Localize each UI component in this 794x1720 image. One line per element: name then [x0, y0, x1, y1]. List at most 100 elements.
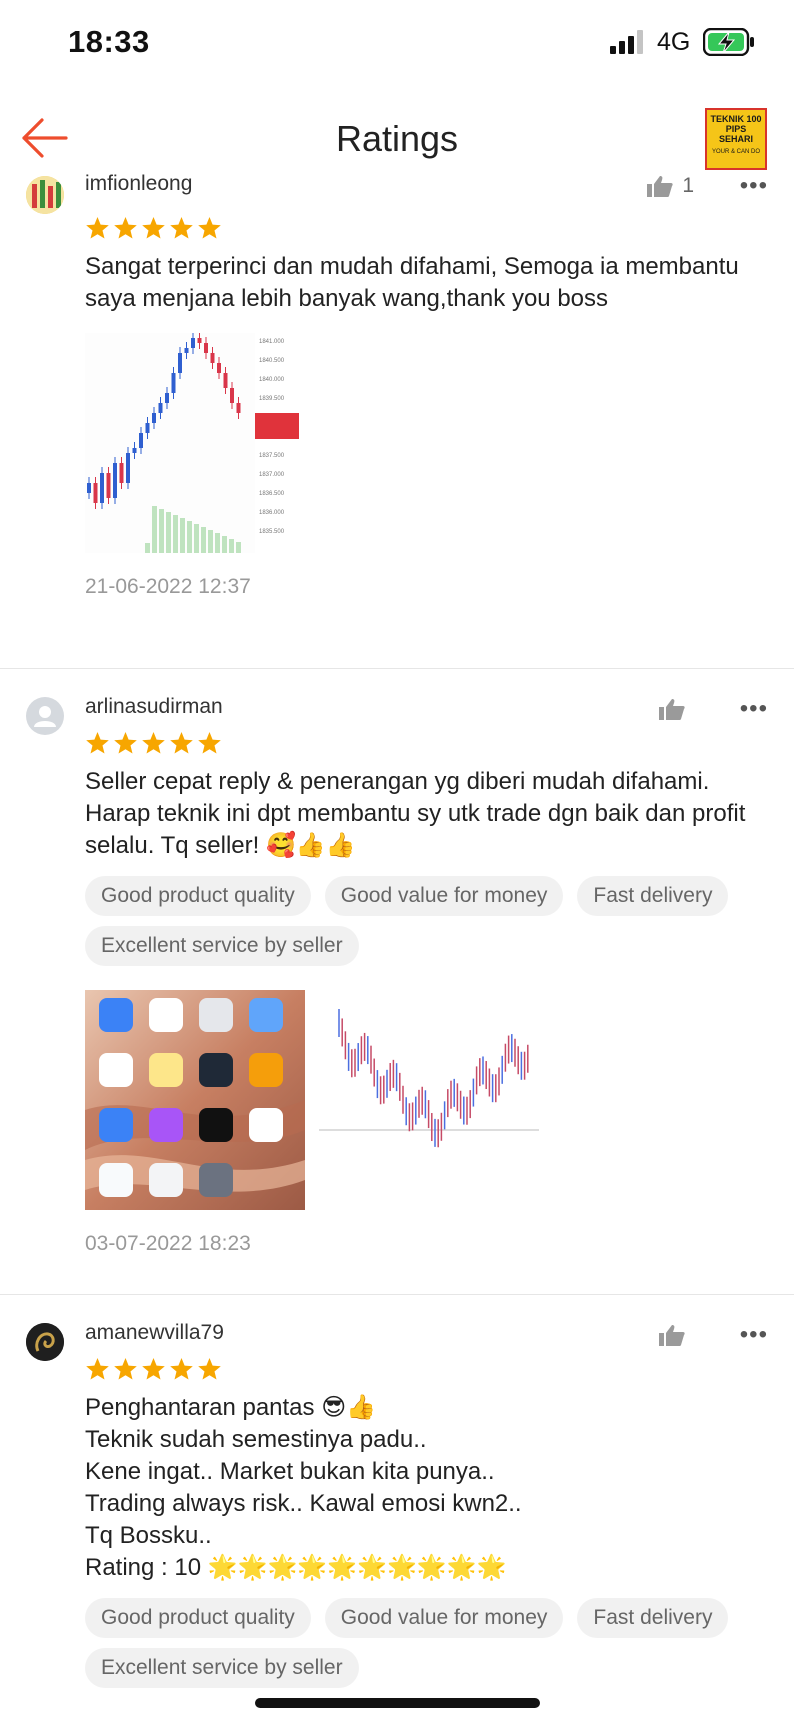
price-label: 1839.500	[259, 396, 285, 402]
candle-body	[204, 343, 208, 353]
tag-excellent-service[interactable]: Excellent service by seller	[85, 926, 359, 966]
phone-homescreen-image	[85, 990, 305, 1210]
review-item: amanewvilla79 ••• Penghantaran pantas 😎👍…	[0, 1295, 794, 1688]
volume-bar	[180, 518, 185, 553]
app-icon	[149, 998, 183, 1032]
volume-bar	[152, 506, 157, 553]
star-icon	[86, 217, 109, 239]
star-rating	[85, 1357, 764, 1382]
candle-body	[93, 483, 98, 503]
candle-body	[139, 433, 143, 448]
star-rating	[85, 216, 764, 241]
candle-body	[119, 463, 124, 483]
volume-bar	[222, 536, 227, 553]
tag-fast-delivery[interactable]: Fast delivery	[577, 1598, 729, 1638]
volume-bar	[187, 521, 192, 553]
volume-bar	[166, 512, 171, 553]
candle-body	[126, 453, 130, 483]
tag-fast-delivery[interactable]: Fast delivery	[577, 876, 729, 916]
like-button[interactable]	[658, 1323, 694, 1347]
star-icon	[114, 1358, 137, 1380]
volume-bar	[208, 530, 213, 553]
header: Ratings TEKNIK 100 PIPS SEHARI YOUR & CA…	[0, 88, 794, 184]
candle-body	[100, 473, 104, 503]
price-label: 1840.000	[259, 377, 285, 383]
tag-excellent-service[interactable]: Excellent service by seller	[85, 1648, 359, 1688]
volume-bar	[159, 509, 164, 553]
page-title: Ratings	[335, 118, 459, 159]
candle-body	[165, 393, 169, 403]
thumbs-up-icon	[647, 176, 673, 197]
review-photo-price-chart[interactable]	[319, 990, 539, 1210]
candle-body	[191, 338, 195, 348]
price-label: 1836.500	[259, 491, 285, 497]
app-icon	[199, 1108, 233, 1142]
candle-body	[158, 403, 163, 413]
more-options-icon[interactable]: •••	[740, 695, 768, 723]
volume-bar	[229, 539, 234, 553]
star-icon	[170, 217, 193, 239]
candle-body	[184, 348, 189, 353]
candle-body	[197, 338, 202, 343]
tag-good-value-for-money[interactable]: Good value for money	[324, 1598, 564, 1638]
app-icon	[149, 1108, 183, 1142]
review-timestamp: 03-07-2022 18:23	[85, 1232, 251, 1255]
review-photos	[85, 990, 764, 1210]
star-icon	[142, 732, 165, 754]
reviews-list: imfionleong 1 ••• Sangat terperinci dan …	[0, 172, 794, 1688]
app-icon	[249, 998, 283, 1032]
avatar[interactable]	[26, 1323, 64, 1361]
candle-body	[217, 363, 221, 373]
tag-good-product-quality[interactable]: Good product quality	[85, 1598, 311, 1638]
app-icon	[99, 1053, 133, 1087]
product-thumbnail-text: TEKNIK 100 PIPS SEHARI	[710, 114, 762, 144]
candle-body	[106, 473, 111, 498]
app-icon	[199, 1163, 233, 1197]
review-tags: Good product quality Good value for mone…	[85, 876, 764, 966]
candle-body	[132, 448, 137, 453]
avatar[interactable]	[26, 176, 64, 214]
more-options-icon[interactable]: •••	[740, 1321, 768, 1349]
tag-good-product-quality[interactable]: Good product quality	[85, 876, 311, 916]
review-comment: Sangat terperinci dan mudah difahami, Se…	[85, 253, 739, 312]
candle-body	[210, 353, 215, 363]
app-icon	[199, 1053, 233, 1087]
review-photo-candlestick-chart[interactable]: 1841.0001840.5001840.0001839.5001838.909…	[85, 333, 305, 553]
app-icon	[99, 1108, 133, 1142]
candle-body	[178, 353, 182, 373]
candle-body	[87, 483, 91, 493]
product-thumbnail[interactable]: TEKNIK 100 PIPS SEHARI YOUR & CAN DO	[705, 108, 767, 170]
price-label: 1840.500	[259, 358, 285, 364]
thumbs-up-icon	[659, 699, 685, 720]
star-icon	[170, 1358, 193, 1380]
volume-bar	[145, 543, 150, 553]
star-icon	[198, 217, 221, 239]
price-chart-image	[319, 990, 539, 1210]
app-icon	[99, 1163, 133, 1197]
like-count: 1	[682, 174, 694, 197]
tag-good-value-for-money[interactable]: Good value for money	[324, 876, 564, 916]
star-icon	[114, 732, 137, 754]
review-photo-phone-homescreen[interactable]	[85, 990, 305, 1210]
avatar-image	[26, 1323, 64, 1361]
app-icon	[249, 1053, 283, 1087]
volume-bar	[215, 533, 220, 553]
avatar[interactable]	[26, 697, 64, 735]
volume-bar	[173, 515, 178, 553]
candle-body	[223, 373, 228, 388]
review-photos: 1841.0001840.5001840.0001839.5001838.909…	[85, 333, 764, 553]
candle-body	[230, 388, 234, 403]
review-comment: Seller cepat reply & penerangan yg diber…	[85, 768, 746, 859]
volume-bar	[201, 527, 206, 553]
thumbs-up-icon	[659, 1325, 685, 1346]
candle-body	[236, 403, 241, 413]
signal-icon	[610, 30, 643, 54]
like-button[interactable]	[658, 697, 694, 721]
candle-body	[152, 413, 156, 423]
price-label: 1835.500	[259, 529, 285, 535]
star-icon	[86, 732, 109, 754]
more-options-icon[interactable]: •••	[740, 172, 768, 200]
like-button[interactable]: 1	[646, 174, 694, 198]
candle-body	[113, 463, 117, 498]
app-icon	[199, 998, 233, 1032]
